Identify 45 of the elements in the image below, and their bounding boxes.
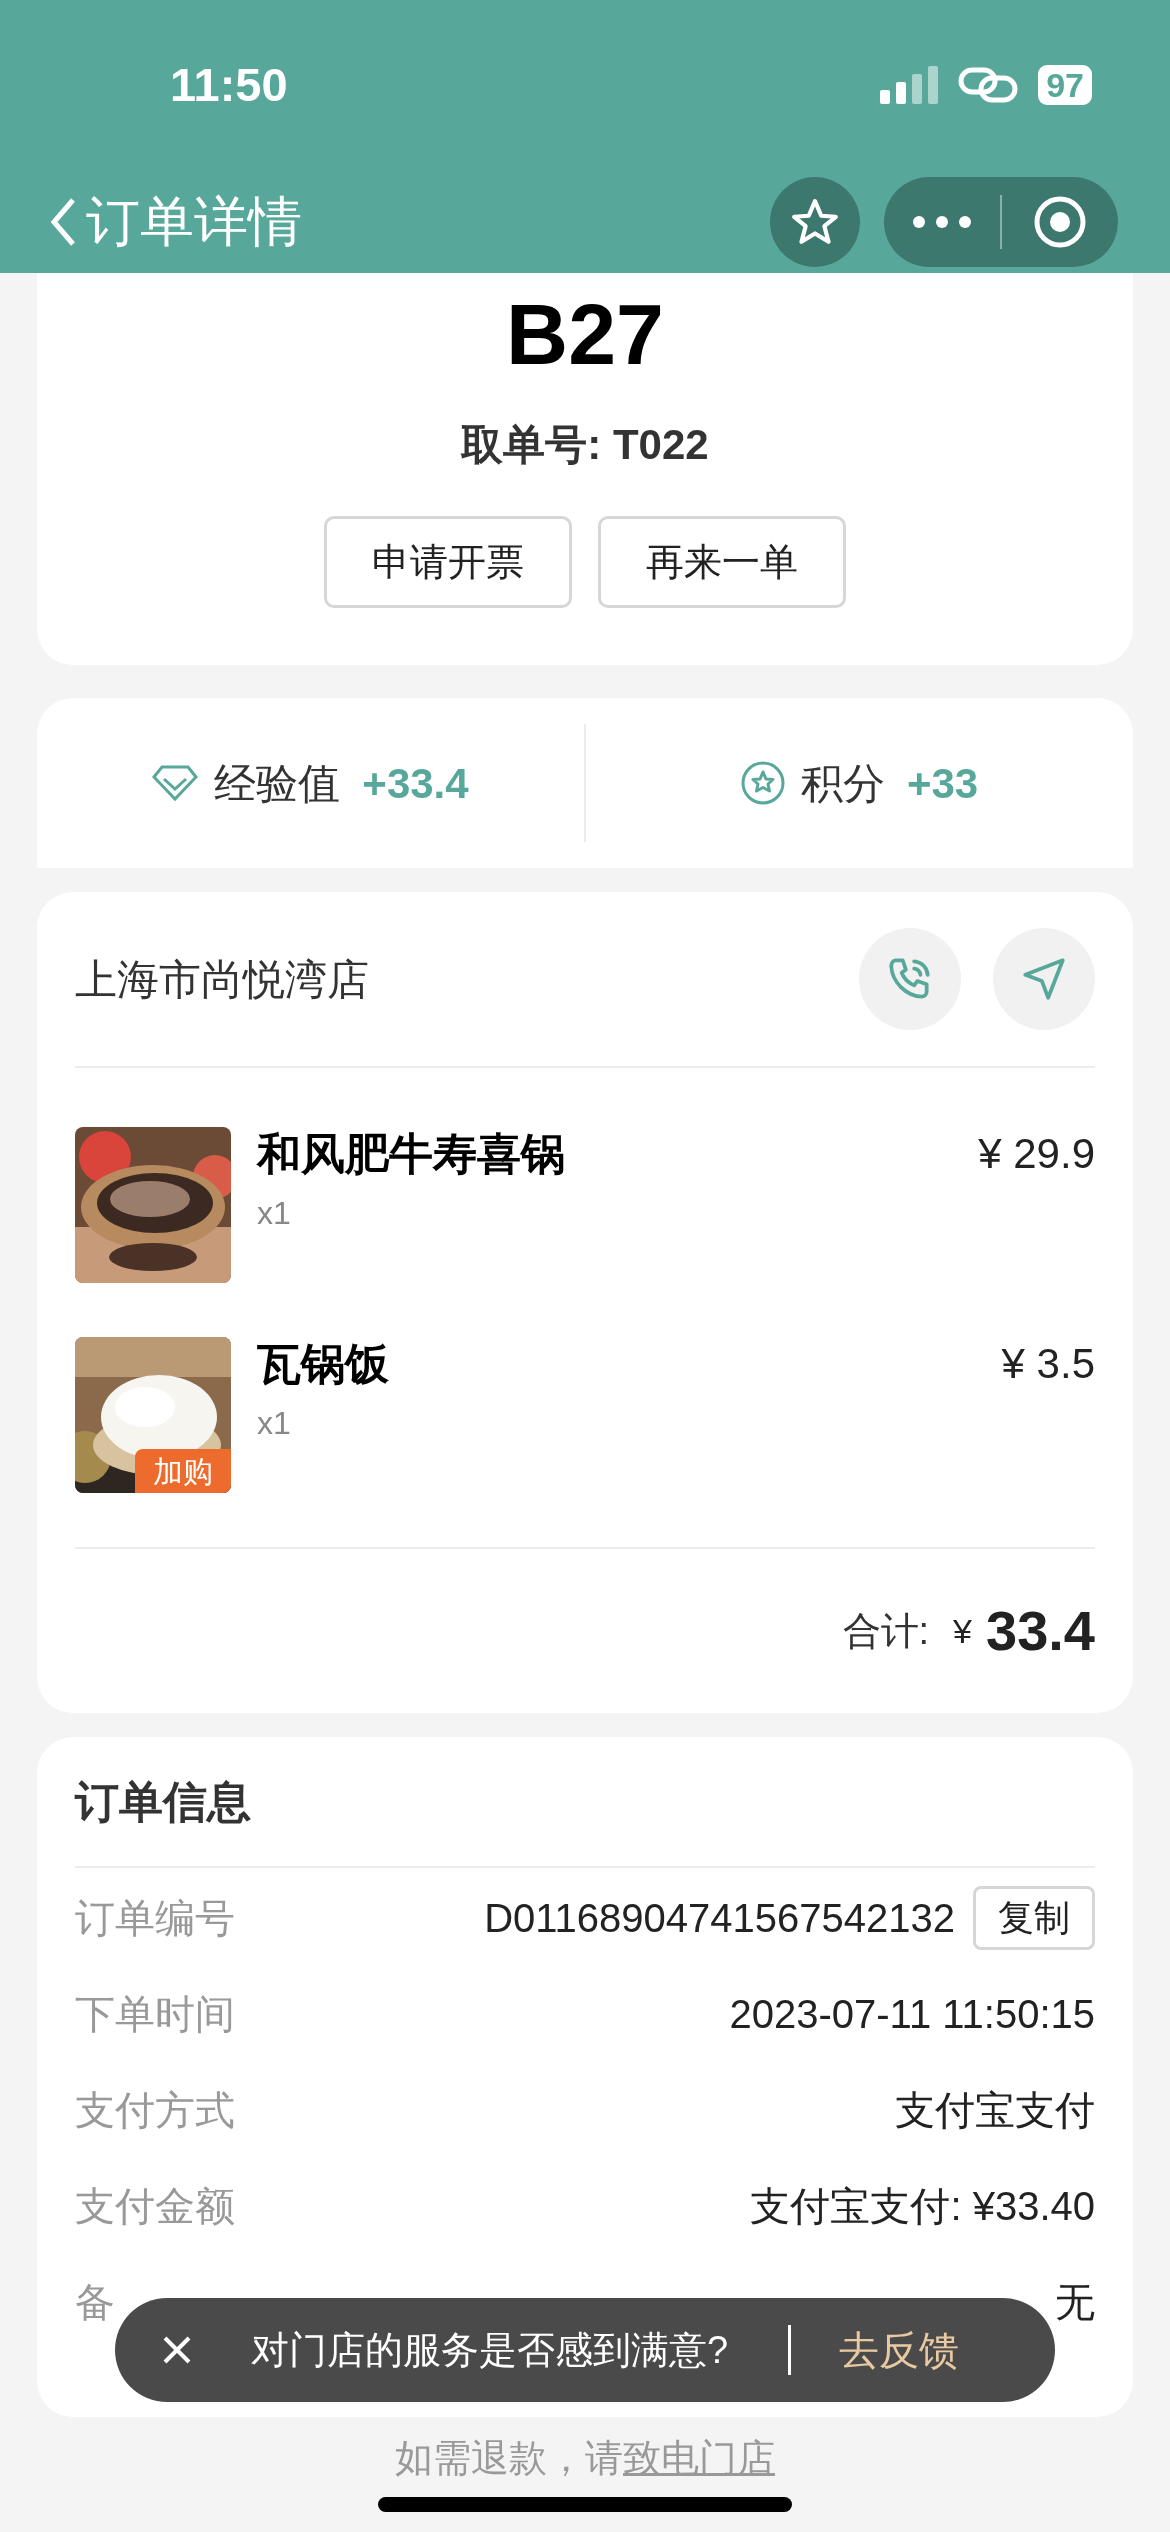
info-value: D01168904741567542132: [484, 1895, 955, 1942]
star-badge-icon: [740, 761, 785, 805]
target-icon: [1033, 194, 1087, 249]
order-info-title: 订单信息: [75, 1775, 251, 1828]
info-value: 2023-07-11 11:50:15: [729, 1991, 1095, 2038]
item-price: ¥ 29.9: [978, 1129, 1095, 1179]
info-value: 支付宝支付: [895, 2087, 1095, 2134]
signal-icon: [880, 66, 939, 104]
info-label: 支付金额: [75, 2183, 235, 2230]
total-amount: 33.4: [986, 1598, 1095, 1664]
link-icon: [958, 66, 1019, 104]
item-name: 瓦锅饭: [257, 1338, 390, 1390]
order-number-label: 取单号: T022: [461, 420, 709, 470]
close-icon: [162, 2335, 192, 2365]
reward-value: +33: [906, 758, 979, 809]
info-label: 订单编号: [75, 1895, 235, 1942]
item-price: ¥ 3.5: [1001, 1339, 1095, 1389]
item-quantity: x1: [257, 1194, 292, 1233]
pickup-code: B27: [506, 291, 664, 377]
item-quantity: x1: [257, 1404, 292, 1443]
battery-level: 97: [1038, 65, 1092, 105]
action-button[interactable]: 申请开票: [324, 516, 572, 608]
back-icon: [50, 196, 76, 247]
item-name: 和风肥牛寿喜锅: [257, 1128, 566, 1180]
total-label: 合计:: [842, 1608, 930, 1654]
store-name: 上海市尚悦湾店: [75, 954, 370, 1005]
add-on-badge: 加购: [135, 1449, 231, 1493]
info-label: 支付方式: [75, 2087, 235, 2134]
action-button[interactable]: 再来一单: [598, 516, 846, 608]
diamond-icon: [152, 764, 199, 802]
reward-label: 积分: [800, 758, 885, 809]
info-label: 下单时间: [75, 1991, 235, 2038]
copy-button[interactable]: 复制: [973, 1886, 1095, 1950]
currency-symbol: ¥: [953, 1610, 972, 1652]
refund-note: 如需退款，请: [395, 2436, 623, 2481]
status-time: 11:50: [170, 56, 288, 113]
reward-value: +33.4: [362, 758, 469, 809]
toast-message: 对门店的服务是否感到满意?: [251, 2327, 729, 2373]
reward-label: 经验值: [214, 758, 341, 809]
info-label: 备: [75, 2279, 115, 2326]
more-icon: [912, 214, 972, 229]
info-value: 支付宝支付: ¥33.40: [750, 2183, 1095, 2230]
star-icon: [789, 196, 841, 247]
info-value: 无: [1055, 2279, 1095, 2326]
feedback-button[interactable]: 去反馈: [839, 2320, 960, 2380]
